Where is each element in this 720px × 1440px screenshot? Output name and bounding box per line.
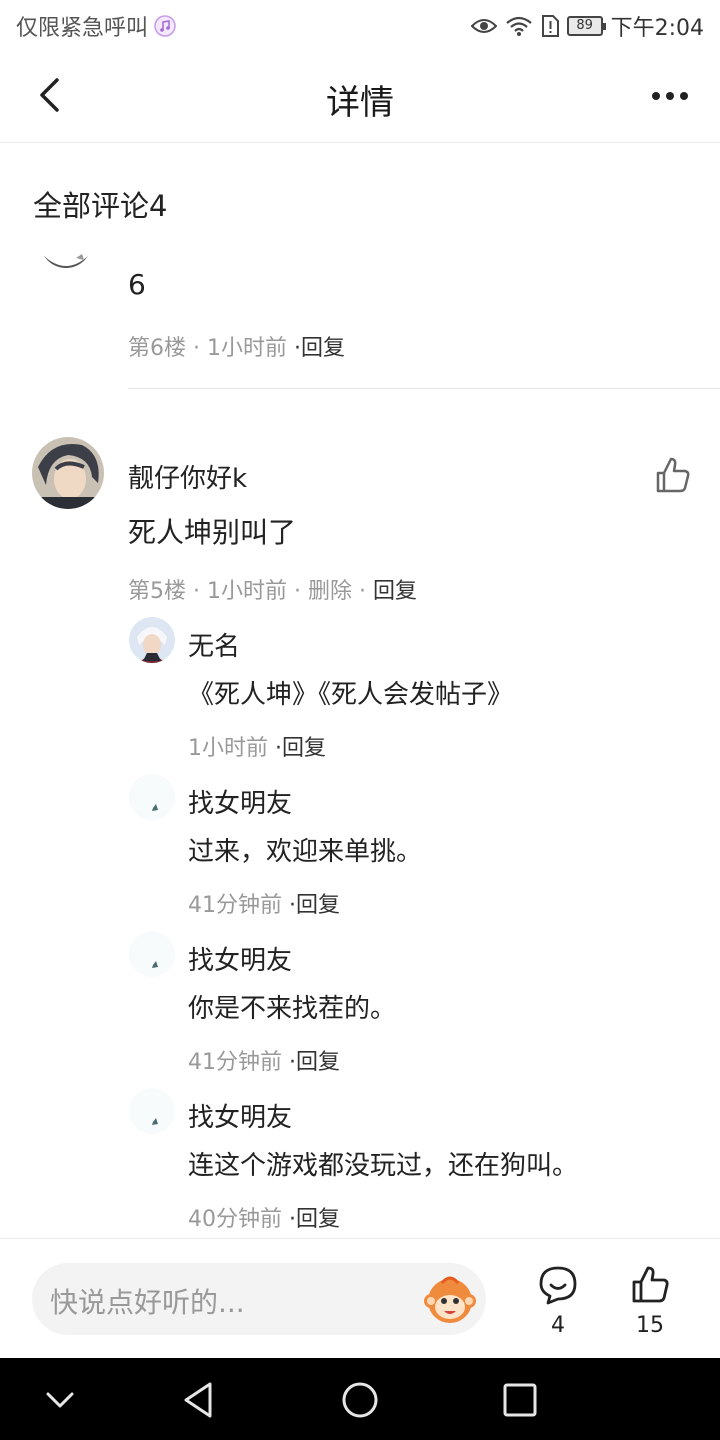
divider: [128, 388, 720, 389]
like-count-button[interactable]: 15: [620, 1257, 680, 1343]
carrier-text: 仅限紧急呼叫: [16, 16, 149, 41]
reply-meta: 1小时前 ·回复: [188, 730, 326, 762]
battery-indicator: 89: [566, 16, 606, 36]
eye-icon: [470, 19, 497, 33]
reply-author[interactable]: 找女明友: [188, 940, 292, 977]
comment-count-button[interactable]: 4: [528, 1257, 588, 1343]
nav-home-icon[interactable]: [338, 1378, 382, 1422]
comment-count: 4: [551, 1313, 565, 1338]
reply-author[interactable]: 找女明友: [188, 783, 292, 820]
reply-link[interactable]: ·回复: [289, 1050, 340, 1075]
page-title: 详情: [326, 83, 394, 123]
reply-link[interactable]: ·回复: [294, 336, 345, 361]
comment-input[interactable]: 快说点好听的...: [32, 1263, 486, 1335]
floor-label: 第5楼: [128, 579, 186, 604]
reply-meta: 40分钟前 ·回复: [188, 1201, 340, 1233]
timestamp: 1小时前: [188, 736, 268, 761]
comment-text: 死人坤别叫了: [128, 516, 297, 549]
reply-text: 连这个游戏都没玩过，还在狗叫。: [188, 1151, 579, 1181]
comments-section-title: 全部评论4: [33, 189, 168, 223]
status-bar: 仅限紧急呼叫 89 下午2:04: [0, 0, 720, 50]
nav-back-icon[interactable]: [178, 1378, 222, 1422]
timestamp: 1小时前: [207, 579, 287, 604]
comment-text: 6: [128, 268, 146, 301]
reply-link[interactable]: 回复: [373, 579, 417, 604]
more-button[interactable]: [642, 72, 698, 120]
reply-link[interactable]: ·回复: [275, 736, 326, 761]
timestamp: 1小时前: [207, 336, 287, 361]
sim-alert-icon: [541, 15, 559, 37]
timestamp: 41分钟前: [188, 1050, 282, 1075]
avatar[interactable]: [32, 437, 104, 509]
reply-link[interactable]: ·回复: [289, 893, 340, 918]
reply-author[interactable]: 找女明友: [188, 1097, 292, 1134]
status-right: 89 下午2:04: [470, 10, 704, 42]
reply-text: 《死人坤》《死人会发帖子》: [188, 680, 514, 710]
reply-text: 你是不来找茬的。: [188, 994, 397, 1024]
wifi-icon: [505, 16, 532, 36]
avatar[interactable]: [129, 617, 175, 663]
delete-link[interactable]: 删除: [308, 579, 352, 604]
reply-meta: 41分钟前 ·回复: [188, 887, 340, 919]
comment-author[interactable]: 靓仔你好k: [128, 458, 247, 495]
timestamp: 41分钟前: [188, 893, 282, 918]
avatar[interactable]: [129, 931, 175, 977]
avatar[interactable]: [40, 228, 92, 268]
like-count: 15: [636, 1313, 664, 1338]
more-dot: [666, 92, 674, 100]
title-bar: 详情: [0, 50, 720, 143]
bottom-action-bar: 快说点好听的... 4 15: [0, 1238, 720, 1358]
comment-input-placeholder: 快说点好听的...: [50, 1286, 245, 1319]
chevron-down-icon[interactable]: [38, 1378, 82, 1422]
reply-author[interactable]: 无名: [188, 626, 240, 663]
more-dot: [652, 92, 660, 100]
reply-meta: 41分钟前 ·回复: [188, 1044, 340, 1076]
comment-meta: 第5楼 · 1小时前 · 删除 · 回复: [128, 579, 418, 604]
reply-link[interactable]: ·回复: [289, 1207, 340, 1232]
monkey-emoji-icon[interactable]: [422, 1271, 478, 1327]
nav-recents-icon[interactable]: [498, 1378, 542, 1422]
status-left: 仅限紧急呼叫: [16, 10, 176, 42]
avatar[interactable]: [129, 1088, 175, 1134]
floor-label: 第6楼: [128, 336, 186, 361]
clock: 下午2:04: [610, 16, 704, 41]
more-dot: [680, 92, 688, 100]
thumb-up-icon[interactable]: [652, 455, 692, 495]
thumb-up-icon: [632, 1266, 669, 1303]
system-nav-bar: [0, 1358, 720, 1440]
comment-meta: 第6楼 · 1小时前 ·回复: [128, 336, 345, 361]
comment-bubble-icon: [539, 1266, 577, 1305]
reply-text: 过来，欢迎来单挑。: [188, 837, 423, 867]
avatar[interactable]: [129, 774, 175, 820]
timestamp: 40分钟前: [188, 1207, 282, 1232]
music-icon: [154, 15, 176, 37]
